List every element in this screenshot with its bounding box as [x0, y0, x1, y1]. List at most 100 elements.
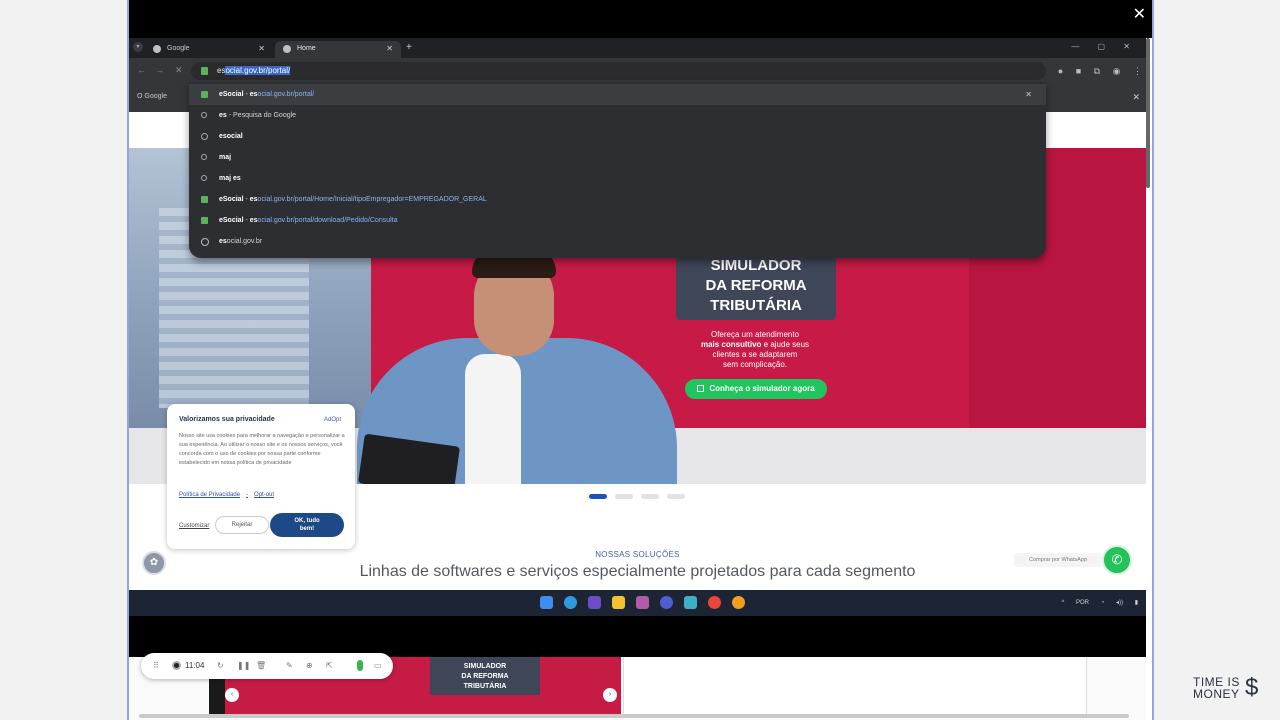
tab-close-icon[interactable]: ✕ — [258, 44, 265, 53]
suggestion-label: es - Pesquisa do Google — [219, 112, 296, 119]
autocomplete-selection: ocial.gov.br/portal/ — [225, 66, 291, 75]
customize-button[interactable]: Customizar — [179, 523, 209, 529]
suggestion-title: eSocial — [219, 217, 244, 224]
file-explorer-icon[interactable] — [612, 596, 625, 609]
app-icon[interactable] — [588, 596, 601, 609]
forward-icon[interactable]: → — [155, 65, 164, 75]
microphone-icon[interactable] — [357, 660, 363, 671]
cursor-icon[interactable]: ⇱ — [326, 661, 333, 670]
bookmarks-close-icon[interactable]: ✕ — [1132, 92, 1140, 103]
camera-icon[interactable]: ▭ — [374, 661, 382, 670]
carousel-dot[interactable] — [641, 494, 659, 499]
tab-home[interactable]: Home ✕ — [275, 41, 401, 58]
site-favicon-icon — [283, 45, 291, 53]
suggestion-url-bold: es — [249, 91, 258, 98]
pause-icon[interactable]: ❚❚ — [237, 661, 250, 670]
restart-icon[interactable]: ↻ — [217, 661, 224, 670]
chrome-profile-icon[interactable] — [732, 596, 745, 609]
cookie-text: Nosso site usa cookies para melhorar a n… — [179, 433, 345, 466]
search-icon — [201, 112, 207, 118]
suggestion-item[interactable]: maj es — [189, 168, 1046, 189]
suggestion-label: esocial — [219, 133, 243, 140]
screen-frame: ✕ ▾ Google ✕ Home ✕ + — ▢ ✕ ← → ✕ esocia… — [127, 0, 1154, 720]
carousel-dot[interactable] — [615, 494, 633, 499]
stop-icon[interactable]: ✕ — [175, 65, 183, 76]
volume-icon[interactable]: ◂)) — [1116, 600, 1123, 606]
carousel-dot[interactable] — [667, 494, 685, 499]
wifi-icon[interactable]: ◔ — [1101, 600, 1105, 606]
tab-close-icon[interactable]: ✕ — [386, 44, 393, 53]
new-tab-icon[interactable]: + — [406, 42, 412, 53]
site-favicon-icon — [201, 196, 208, 203]
search-icon — [201, 154, 207, 160]
profile-icon[interactable]: ◉ — [1113, 66, 1121, 76]
address-input[interactable]: esocial.gov.br/portal/ — [217, 66, 291, 75]
tray-chevron-icon[interactable]: ^ — [1062, 600, 1065, 606]
promo-desc-bold: mais consultivo — [700, 340, 762, 349]
cookie-settings-icon[interactable]: ✿ — [142, 551, 166, 575]
thumb-next-icon[interactable]: › — [603, 688, 617, 702]
crosshair-icon[interactable]: ⊕ — [306, 661, 313, 670]
browser-tab-strip: ▾ Google ✕ Home ✕ + — ▢ ✕ — [129, 38, 1146, 58]
opt-out-link[interactable]: Opt-out — [254, 492, 274, 498]
tab-label: Google — [167, 45, 190, 52]
snipping-tool-icon[interactable] — [636, 596, 649, 609]
teams-icon[interactable] — [660, 596, 673, 609]
maximize-icon[interactable]: ▢ — [1098, 42, 1106, 51]
suggestion-item[interactable]: eSocial - esocial.gov.br/portal/ ✕ — [189, 84, 1046, 105]
battery-icon[interactable]: ▮ — [1135, 600, 1138, 606]
suggestion-item[interactable]: eSocial - esocial.gov.br/portal/download… — [189, 210, 1046, 231]
recording-time: 11:04 — [185, 661, 205, 670]
language-indicator[interactable]: POR — [1076, 600, 1089, 606]
tab-google[interactable]: Google ✕ — [145, 41, 273, 58]
thumb-prev-icon[interactable]: ‹ — [225, 688, 239, 702]
google-favicon-icon — [153, 45, 161, 53]
suggestion-item[interactable]: esocial.gov.br — [189, 231, 1046, 252]
tab-search-icon[interactable]: ▾ — [133, 42, 143, 52]
reject-button[interactable]: Rejeitar — [215, 516, 269, 534]
bookmark-google[interactable]: O Google — [137, 93, 167, 100]
edge-icon[interactable] — [564, 596, 577, 609]
remove-suggestion-icon[interactable]: ✕ — [1025, 90, 1032, 99]
site-info-icon[interactable] — [201, 67, 208, 75]
stop-record-icon[interactable] — [172, 661, 181, 670]
extension-icon-2[interactable]: ■ — [1076, 66, 1081, 76]
simulator-cta-button[interactable]: Conheça o simulador agora — [685, 379, 827, 399]
site-favicon-icon — [201, 217, 208, 224]
section-kicker: NOSSAS SOLUÇÕES — [595, 550, 680, 559]
suggestion-title: eSocial — [219, 91, 244, 98]
extensions-puzzle-icon[interactable]: ⧉ — [1094, 66, 1100, 76]
suggestion-item[interactable]: maj — [189, 147, 1046, 168]
extension-icon[interactable]: ● — [1058, 66, 1063, 76]
dollar-icon: $ — [1245, 674, 1259, 701]
cta-label: Conheça o simulador agora — [709, 384, 815, 393]
omnibox-suggestions: eSocial - esocial.gov.br/portal/ ✕ es - … — [189, 82, 1046, 258]
suggestion-item[interactable]: eSocial - esocial.gov.br/portal/Home/Ini… — [189, 189, 1046, 210]
whatsapp-icon[interactable]: ✆ — [1102, 545, 1132, 575]
accept-button[interactable]: OK, tudo bem! — [270, 513, 344, 537]
drag-handle-icon[interactable]: ⠿ — [153, 661, 159, 670]
whatsapp-label: Comprar por WhatsApp — [1014, 553, 1102, 567]
carousel-dot[interactable] — [589, 494, 607, 499]
privacy-policy-link[interactable]: Política de Privacidade — [179, 492, 240, 498]
suggestion-item[interactable]: esocial — [189, 126, 1046, 147]
chrome-icon[interactable] — [708, 596, 721, 609]
window-close-icon[interactable]: ✕ — [1123, 42, 1130, 51]
menu-kebab-icon[interactable]: ⋮ — [1133, 66, 1142, 76]
suggestion-url: ocial.gov.br/portal/download/Pedido/Cons… — [257, 217, 398, 224]
horizontal-scrollbar[interactable] — [139, 714, 1129, 718]
back-icon[interactable]: ← — [137, 65, 146, 75]
notepad-icon[interactable] — [684, 596, 697, 609]
window-controls: — ▢ ✕ — [1071, 42, 1146, 51]
vertical-scrollbar[interactable] — [1146, 38, 1150, 188]
minimize-icon[interactable]: — — [1071, 42, 1079, 51]
pen-icon[interactable]: ✎ — [286, 661, 293, 670]
start-menu-icon[interactable] — [540, 596, 553, 609]
suggestion-item[interactable]: es - Pesquisa do Google — [189, 105, 1046, 126]
suggestion-label: eSocial - esocial.gov.br/portal/download… — [219, 217, 398, 224]
close-icon[interactable]: ✕ — [1133, 4, 1146, 24]
promo-title-box: SIMULADOR DA REFORMA TRIBUTÁRIA — [676, 248, 836, 320]
delete-icon[interactable]: 🗑 — [256, 661, 266, 670]
address-bar[interactable]: esocial.gov.br/portal/ — [191, 62, 1046, 80]
person-tshirt — [465, 354, 521, 484]
